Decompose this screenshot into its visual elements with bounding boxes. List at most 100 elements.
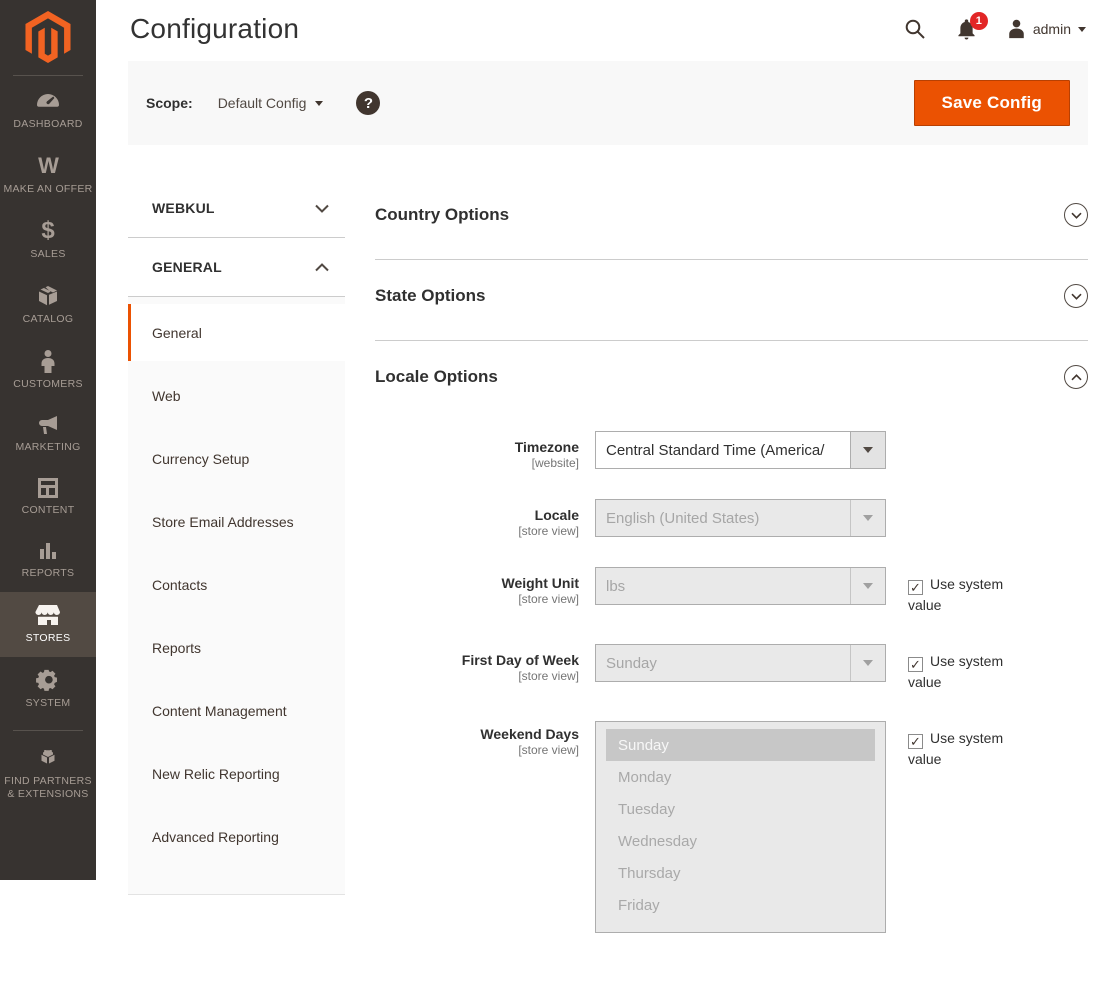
form-row-first-day-of-week: First Day of Week [store view] Sunday Us… (375, 644, 1088, 693)
reports-icon (40, 543, 56, 559)
extensions-icon (41, 750, 55, 764)
section-state-options-header[interactable]: State Options (375, 284, 1088, 308)
sidebar-item-label: REPORTS (21, 567, 75, 579)
checkbox-checked-icon[interactable] (908, 580, 923, 595)
admin-menu-button[interactable]: admin (1007, 19, 1086, 39)
use-system-value-control[interactable]: Use system value (908, 653, 1003, 690)
locale-options-form: Timezone [website] Central Standard Time… (375, 431, 1088, 933)
search-button[interactable] (904, 18, 926, 40)
sidebar-item-reports[interactable]: REPORTS (0, 529, 96, 592)
config-nav-section-general[interactable]: GENERAL (128, 238, 345, 297)
content-area: WEBKUL GENERAL General Web Currency Setu… (96, 145, 1120, 993)
first-day-of-week-select: Sunday (595, 644, 886, 682)
select-dropdown-button (850, 645, 885, 681)
admin-sidebar: DASHBOARD W MAKE AN OFFER $ SALES CATALO… (0, 0, 96, 880)
sidebar-item-marketing[interactable]: MARKETING (0, 403, 96, 466)
sidebar-item-label: FIND PARTNERS & EXTENSIONS (4, 775, 92, 800)
checkbox-checked-icon[interactable] (908, 734, 923, 749)
select-dropdown-button (850, 500, 885, 536)
config-nav-item-new-relic-reporting[interactable]: New Relic Reporting (128, 742, 345, 805)
field-label: First Day of Week (461, 652, 579, 668)
sidebar-item-make-an-offer[interactable]: W MAKE AN OFFER (0, 143, 96, 208)
config-nav-item-label: Advanced Reporting (152, 828, 279, 845)
sidebar-item-label: STORES (25, 632, 71, 644)
notification-badge: 1 (969, 12, 988, 30)
scope-help-button[interactable]: ? (356, 91, 381, 115)
page-title: Configuration (130, 13, 300, 44)
config-nav-item-store-email-addresses[interactable]: Store Email Addresses (128, 490, 345, 553)
weekend-day-option-thursday: Thursday (618, 864, 681, 882)
config-nav-section-webkul[interactable]: WEBKUL (128, 179, 345, 238)
select-dropdown-button (850, 568, 885, 604)
config-nav-item-currency-setup[interactable]: Currency Setup (128, 427, 345, 490)
notifications-button[interactable]: 1 (956, 12, 988, 40)
chevron-down-icon (863, 515, 873, 521)
sidebar-item-system[interactable]: SYSTEM (0, 657, 96, 722)
scope-bar: Scope: Default Config ? Save Config (128, 61, 1088, 145)
first-day-of-week-select-value: Sunday (606, 654, 657, 672)
use-system-value-control[interactable]: Use system value (908, 576, 1003, 613)
customers-icon (41, 350, 55, 373)
magento-logo[interactable] (0, 0, 96, 75)
config-nav-item-content-management[interactable]: Content Management (128, 679, 345, 742)
config-nav-section-label: GENERAL (152, 259, 222, 275)
sidebar-item-content[interactable]: CONTENT (0, 466, 96, 529)
scope-value: Default Config (217, 95, 307, 111)
form-row-weight-unit: Weight Unit [store view] lbs Use system … (375, 567, 1088, 616)
select-dropdown-button[interactable] (850, 432, 885, 468)
sidebar-item-stores[interactable]: STORES (0, 592, 96, 657)
section-title: Country Options (375, 205, 510, 224)
sidebar-item-label: SYSTEM (25, 697, 71, 709)
config-nav-item-label: Contacts (152, 576, 208, 593)
section-country-options: Country Options (375, 179, 1088, 260)
form-row-timezone: Timezone [website] Central Standard Time… (375, 431, 1088, 471)
chevron-up-icon (1070, 373, 1082, 380)
config-nav-item-contacts[interactable]: Contacts (128, 553, 345, 616)
system-icon (36, 669, 57, 691)
chevron-down-icon (1070, 212, 1082, 219)
sidebar-divider (13, 75, 83, 76)
timezone-select[interactable]: Central Standard Time (America/ (595, 431, 886, 469)
config-nav-items: General Web Currency Setup Store Email A… (128, 297, 345, 895)
scope-switcher[interactable]: Default Config (218, 95, 324, 111)
section-title: Locale Options (375, 367, 498, 386)
sidebar-item-catalog[interactable]: CATALOG (0, 273, 96, 338)
weekend-day-option-tuesday: Tuesday (618, 800, 675, 818)
save-config-button[interactable]: Save Config (913, 80, 1070, 126)
collapse-section-button[interactable] (1064, 365, 1088, 389)
user-icon (1009, 19, 1024, 39)
weekend-day-option-sunday: Sunday (606, 729, 875, 761)
config-nav-item-label: Store Email Addresses (152, 513, 294, 530)
weekend-day-option-monday: Monday (618, 768, 672, 786)
expand-section-button[interactable] (1064, 284, 1088, 308)
config-nav: WEBKUL GENERAL General Web Currency Setu… (128, 179, 345, 895)
sidebar-item-label: CATALOG (22, 313, 74, 325)
chevron-down-icon (315, 100, 324, 106)
sidebar-item-customers[interactable]: CUSTOMERS (0, 338, 96, 403)
chevron-down-icon (1078, 26, 1086, 32)
field-scope-hint: [store view] (518, 592, 579, 606)
config-nav-item-label: Reports (152, 639, 202, 656)
use-system-value-control[interactable]: Use system value (908, 730, 1003, 767)
main-area: Configuration 1 admin Scope: Default Con… (96, 0, 1120, 933)
field-label: Timezone (514, 439, 579, 455)
config-nav-item-reports[interactable]: Reports (128, 616, 345, 679)
config-nav-item-web[interactable]: Web (128, 364, 345, 427)
checkbox-checked-icon[interactable] (908, 657, 923, 672)
expand-section-button[interactable] (1064, 203, 1088, 227)
weight-unit-select-value: lbs (606, 577, 626, 595)
sidebar-item-dashboard[interactable]: DASHBOARD (0, 80, 96, 143)
field-scope-hint: [website] (531, 456, 579, 470)
section-country-options-header[interactable]: Country Options (375, 203, 1088, 227)
sidebar-item-find-partners-extensions[interactable]: FIND PARTNERS & EXTENSIONS (0, 735, 96, 813)
sidebar-item-sales[interactable]: $ SALES (0, 208, 96, 273)
config-nav-item-advanced-reporting[interactable]: Advanced Reporting (128, 805, 345, 868)
stores-icon (35, 605, 60, 625)
sidebar-item-label: MARKETING (15, 441, 81, 453)
scope-label: Scope: (146, 95, 193, 111)
page-header: Configuration 1 admin (96, 0, 1120, 45)
config-nav-item-label: New Relic Reporting (152, 765, 280, 782)
section-locale-options-header[interactable]: Locale Options (375, 365, 1088, 389)
config-nav-item-general[interactable]: General (128, 304, 345, 361)
locale-select: English (United States) (595, 499, 886, 537)
